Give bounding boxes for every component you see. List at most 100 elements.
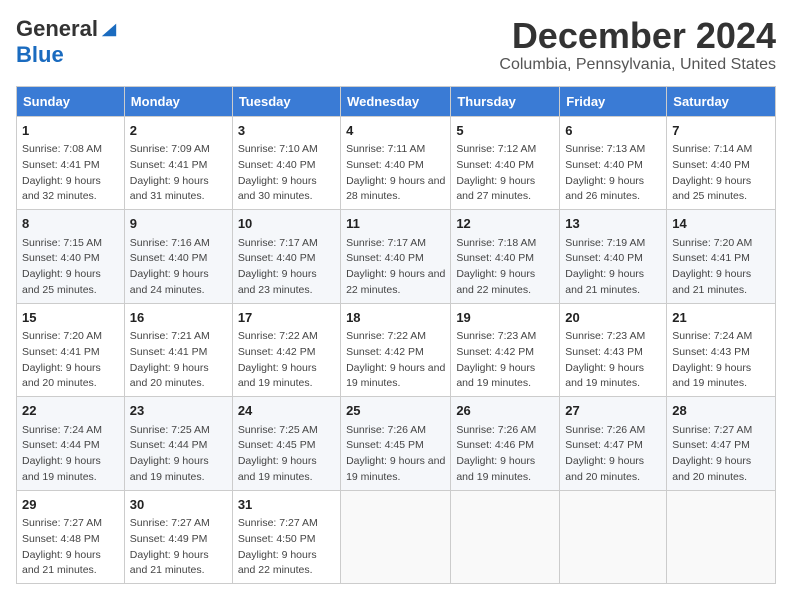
calendar-cell [667, 490, 776, 584]
calendar-cell: 30Sunrise: 7:27 AMSunset: 4:49 PMDayligh… [124, 490, 232, 584]
column-header-tuesday: Tuesday [232, 86, 340, 116]
calendar-cell [451, 490, 560, 584]
day-detail: Sunrise: 7:22 AMSunset: 4:42 PMDaylight:… [238, 329, 335, 392]
day-detail: Sunrise: 7:21 AMSunset: 4:41 PMDaylight:… [130, 329, 227, 392]
day-detail: Sunrise: 7:25 AMSunset: 4:44 PMDaylight:… [130, 423, 227, 486]
day-number: 3 [238, 121, 335, 141]
day-detail: Sunrise: 7:23 AMSunset: 4:43 PMDaylight:… [565, 329, 661, 392]
calendar-cell: 4Sunrise: 7:11 AMSunset: 4:40 PMDaylight… [341, 116, 451, 210]
day-detail: Sunrise: 7:20 AMSunset: 4:41 PMDaylight:… [22, 329, 119, 392]
day-detail: Sunrise: 7:26 AMSunset: 4:47 PMDaylight:… [565, 423, 661, 486]
calendar-cell [341, 490, 451, 584]
day-number: 30 [130, 495, 227, 515]
column-header-saturday: Saturday [667, 86, 776, 116]
day-number: 1 [22, 121, 119, 141]
day-number: 31 [238, 495, 335, 515]
day-number: 23 [130, 401, 227, 421]
day-number: 22 [22, 401, 119, 421]
calendar-cell: 17Sunrise: 7:22 AMSunset: 4:42 PMDayligh… [232, 303, 340, 397]
subtitle: Columbia, Pennsylvania, United States [499, 56, 776, 74]
calendar-cell: 28Sunrise: 7:27 AMSunset: 4:47 PMDayligh… [667, 397, 776, 491]
day-detail: Sunrise: 7:14 AMSunset: 4:40 PMDaylight:… [672, 142, 770, 205]
calendar-week-row: 1Sunrise: 7:08 AMSunset: 4:41 PMDaylight… [17, 116, 776, 210]
day-detail: Sunrise: 7:27 AMSunset: 4:49 PMDaylight:… [130, 516, 227, 579]
day-detail: Sunrise: 7:17 AMSunset: 4:40 PMDaylight:… [238, 236, 335, 299]
column-header-thursday: Thursday [451, 86, 560, 116]
day-number: 15 [22, 308, 119, 328]
day-number: 13 [565, 214, 661, 234]
day-detail: Sunrise: 7:18 AMSunset: 4:40 PMDaylight:… [456, 236, 554, 299]
day-number: 9 [130, 214, 227, 234]
day-detail: Sunrise: 7:26 AMSunset: 4:46 PMDaylight:… [456, 423, 554, 486]
day-detail: Sunrise: 7:26 AMSunset: 4:45 PMDaylight:… [346, 423, 445, 486]
day-number: 4 [346, 121, 445, 141]
day-detail: Sunrise: 7:15 AMSunset: 4:40 PMDaylight:… [22, 236, 119, 299]
calendar-cell: 3Sunrise: 7:10 AMSunset: 4:40 PMDaylight… [232, 116, 340, 210]
calendar-cell: 26Sunrise: 7:26 AMSunset: 4:46 PMDayligh… [451, 397, 560, 491]
logo: General Blue [16, 16, 118, 68]
calendar-cell: 8Sunrise: 7:15 AMSunset: 4:40 PMDaylight… [17, 210, 125, 304]
day-number: 28 [672, 401, 770, 421]
main-title: December 2024 [499, 16, 776, 56]
day-detail: Sunrise: 7:11 AMSunset: 4:40 PMDaylight:… [346, 142, 445, 205]
day-number: 20 [565, 308, 661, 328]
day-number: 6 [565, 121, 661, 141]
calendar-cell: 9Sunrise: 7:16 AMSunset: 4:40 PMDaylight… [124, 210, 232, 304]
calendar-cell: 1Sunrise: 7:08 AMSunset: 4:41 PMDaylight… [17, 116, 125, 210]
day-number: 16 [130, 308, 227, 328]
calendar-cell: 25Sunrise: 7:26 AMSunset: 4:45 PMDayligh… [341, 397, 451, 491]
day-detail: Sunrise: 7:09 AMSunset: 4:41 PMDaylight:… [130, 142, 227, 205]
calendar-cell: 15Sunrise: 7:20 AMSunset: 4:41 PMDayligh… [17, 303, 125, 397]
day-number: 2 [130, 121, 227, 141]
day-detail: Sunrise: 7:22 AMSunset: 4:42 PMDaylight:… [346, 329, 445, 392]
calendar-cell: 22Sunrise: 7:24 AMSunset: 4:44 PMDayligh… [17, 397, 125, 491]
calendar-cell: 12Sunrise: 7:18 AMSunset: 4:40 PMDayligh… [451, 210, 560, 304]
day-detail: Sunrise: 7:25 AMSunset: 4:45 PMDaylight:… [238, 423, 335, 486]
page-header: General Blue December 2024 Columbia, Pen… [16, 16, 776, 74]
column-header-friday: Friday [560, 86, 667, 116]
calendar-cell: 11Sunrise: 7:17 AMSunset: 4:40 PMDayligh… [341, 210, 451, 304]
calendar-cell: 21Sunrise: 7:24 AMSunset: 4:43 PMDayligh… [667, 303, 776, 397]
day-number: 14 [672, 214, 770, 234]
day-detail: Sunrise: 7:20 AMSunset: 4:41 PMDaylight:… [672, 236, 770, 299]
day-detail: Sunrise: 7:27 AMSunset: 4:50 PMDaylight:… [238, 516, 335, 579]
day-number: 27 [565, 401, 661, 421]
calendar-cell: 18Sunrise: 7:22 AMSunset: 4:42 PMDayligh… [341, 303, 451, 397]
day-number: 10 [238, 214, 335, 234]
logo-triangle-icon [100, 20, 118, 38]
day-number: 17 [238, 308, 335, 328]
calendar-cell: 31Sunrise: 7:27 AMSunset: 4:50 PMDayligh… [232, 490, 340, 584]
column-header-sunday: Sunday [17, 86, 125, 116]
day-detail: Sunrise: 7:24 AMSunset: 4:43 PMDaylight:… [672, 329, 770, 392]
calendar-week-row: 8Sunrise: 7:15 AMSunset: 4:40 PMDaylight… [17, 210, 776, 304]
column-header-monday: Monday [124, 86, 232, 116]
day-number: 19 [456, 308, 554, 328]
day-detail: Sunrise: 7:10 AMSunset: 4:40 PMDaylight:… [238, 142, 335, 205]
title-block: December 2024 Columbia, Pennsylvania, Un… [499, 16, 776, 74]
day-detail: Sunrise: 7:19 AMSunset: 4:40 PMDaylight:… [565, 236, 661, 299]
day-detail: Sunrise: 7:27 AMSunset: 4:47 PMDaylight:… [672, 423, 770, 486]
calendar-cell: 16Sunrise: 7:21 AMSunset: 4:41 PMDayligh… [124, 303, 232, 397]
day-detail: Sunrise: 7:08 AMSunset: 4:41 PMDaylight:… [22, 142, 119, 205]
calendar-week-row: 15Sunrise: 7:20 AMSunset: 4:41 PMDayligh… [17, 303, 776, 397]
day-detail: Sunrise: 7:24 AMSunset: 4:44 PMDaylight:… [22, 423, 119, 486]
calendar-header-row: SundayMondayTuesdayWednesdayThursdayFrid… [17, 86, 776, 116]
calendar-cell: 2Sunrise: 7:09 AMSunset: 4:41 PMDaylight… [124, 116, 232, 210]
day-number: 7 [672, 121, 770, 141]
day-detail: Sunrise: 7:23 AMSunset: 4:42 PMDaylight:… [456, 329, 554, 392]
calendar-cell: 7Sunrise: 7:14 AMSunset: 4:40 PMDaylight… [667, 116, 776, 210]
calendar-cell: 10Sunrise: 7:17 AMSunset: 4:40 PMDayligh… [232, 210, 340, 304]
day-number: 11 [346, 214, 445, 234]
calendar-cell: 6Sunrise: 7:13 AMSunset: 4:40 PMDaylight… [560, 116, 667, 210]
calendar-cell: 13Sunrise: 7:19 AMSunset: 4:40 PMDayligh… [560, 210, 667, 304]
logo-blue-text: Blue [16, 42, 64, 67]
calendar-cell: 5Sunrise: 7:12 AMSunset: 4:40 PMDaylight… [451, 116, 560, 210]
calendar-cell [560, 490, 667, 584]
calendar-cell: 24Sunrise: 7:25 AMSunset: 4:45 PMDayligh… [232, 397, 340, 491]
calendar-cell: 14Sunrise: 7:20 AMSunset: 4:41 PMDayligh… [667, 210, 776, 304]
calendar-cell: 20Sunrise: 7:23 AMSunset: 4:43 PMDayligh… [560, 303, 667, 397]
calendar-cell: 19Sunrise: 7:23 AMSunset: 4:42 PMDayligh… [451, 303, 560, 397]
day-detail: Sunrise: 7:12 AMSunset: 4:40 PMDaylight:… [456, 142, 554, 205]
day-detail: Sunrise: 7:17 AMSunset: 4:40 PMDaylight:… [346, 236, 445, 299]
day-number: 24 [238, 401, 335, 421]
